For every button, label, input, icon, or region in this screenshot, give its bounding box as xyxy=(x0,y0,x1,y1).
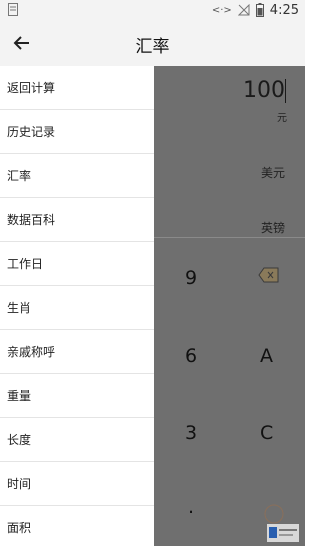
status-bar: <·> 4:25 xyxy=(0,0,305,20)
status-time: 4:25 xyxy=(269,2,299,18)
drawer-item-label: 返回计算 xyxy=(7,81,56,95)
drawer-item-label: 长度 xyxy=(7,433,32,447)
drawer-item-data-encyclopedia[interactable]: 数据百科 xyxy=(0,198,154,242)
key-a[interactable]: A xyxy=(260,345,273,367)
drawer-item-label: 亲戚称呼 xyxy=(7,345,56,359)
drawer-item-time[interactable]: 时间 xyxy=(0,462,154,506)
drawer-item-label: 历史记录 xyxy=(7,125,56,139)
drawer-item-label: 重量 xyxy=(7,389,32,403)
battery-icon xyxy=(255,3,264,17)
backspace-icon[interactable] xyxy=(258,266,280,284)
text-caret xyxy=(285,79,286,103)
drawer-item-relatives[interactable]: 亲戚称呼 xyxy=(0,330,154,374)
amount-display[interactable]: 100 xyxy=(243,78,285,103)
drawer-item-label: 工作日 xyxy=(7,257,44,271)
navigation-drawer: 返回计算 历史记录 汇率 数据百科 工作日 生肖 亲戚称呼 重量 长度 时间 面… xyxy=(0,66,154,546)
drawer-item-label: 面积 xyxy=(7,521,32,535)
keypad-divider xyxy=(154,237,305,238)
drawer-item-zodiac[interactable]: 生肖 xyxy=(0,286,154,330)
drawer-item-label: 生肖 xyxy=(7,301,32,315)
drawer-item-history[interactable]: 历史记录 xyxy=(0,110,154,154)
watermark-logo-icon xyxy=(264,504,299,542)
app-bar: 汇率 xyxy=(0,20,305,66)
drawer-item-length[interactable]: 长度 xyxy=(0,418,154,462)
drawer-item-exchange-rate[interactable]: 汇率 xyxy=(0,154,154,198)
drawer-item-workdays[interactable]: 工作日 xyxy=(0,242,154,286)
key-dot[interactable]: . xyxy=(188,496,194,518)
page-title: 汇率 xyxy=(135,37,170,57)
drawer-item-label: 时间 xyxy=(7,477,32,491)
key-9[interactable]: 9 xyxy=(185,267,197,289)
drawer-item-back-to-calc[interactable]: 返回计算 xyxy=(0,66,154,110)
drawer-item-label: 汇率 xyxy=(7,169,32,183)
currency-row-gbp[interactable]: 英镑 xyxy=(261,219,285,236)
drawer-item-weight[interactable]: 重量 xyxy=(0,374,154,418)
key-6[interactable]: 6 xyxy=(185,345,197,367)
key-3[interactable]: 3 xyxy=(185,422,197,444)
signal-off-icon xyxy=(237,4,250,16)
drawer-item-area[interactable]: 面积 xyxy=(0,506,154,549)
key-c[interactable]: C xyxy=(260,422,273,444)
currency-row-usd[interactable]: 美元 xyxy=(261,164,285,181)
drawer-item-label: 数据百科 xyxy=(7,213,56,227)
amount-unit: 元 xyxy=(277,113,287,124)
notification-icon xyxy=(8,3,18,16)
calculator-panel: 100 元 美元 英镑 9 6 A 3 C . xyxy=(154,66,305,546)
data-transfer-icon: <·> xyxy=(211,4,232,16)
